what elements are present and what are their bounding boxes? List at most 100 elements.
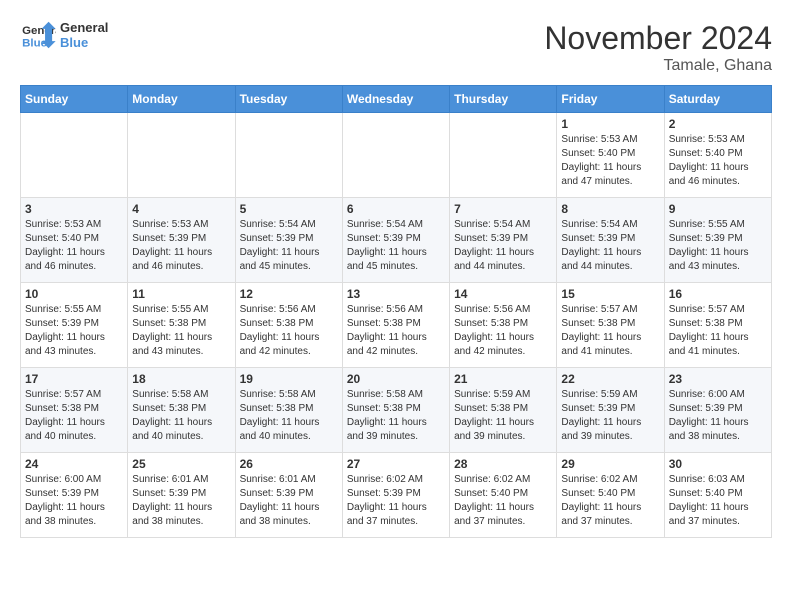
day-number: 22	[561, 372, 659, 386]
calendar-cell: 10Sunrise: 5:55 AM Sunset: 5:39 PM Dayli…	[21, 283, 128, 368]
month-title: November 2024	[544, 20, 772, 57]
day-info: Sunrise: 5:59 AM Sunset: 5:38 PM Dayligh…	[454, 388, 552, 444]
day-info: Sunrise: 5:56 AM Sunset: 5:38 PM Dayligh…	[240, 303, 338, 359]
calendar-cell	[450, 113, 557, 198]
day-info: Sunrise: 5:58 AM Sunset: 5:38 PM Dayligh…	[240, 388, 338, 444]
day-number: 14	[454, 287, 552, 301]
day-number: 27	[347, 457, 445, 471]
day-info: Sunrise: 6:01 AM Sunset: 5:39 PM Dayligh…	[132, 473, 230, 529]
day-info: Sunrise: 5:53 AM Sunset: 5:40 PM Dayligh…	[561, 133, 659, 189]
calendar-cell: 1 Sunrise: 5:53 AM Sunset: 5:40 PM Daylig…	[557, 113, 664, 198]
calendar-cell: 2 Sunrise: 5:53 AM Sunset: 5:40 PM Daylig…	[664, 113, 771, 198]
day-info: Sunrise: 5:56 AM Sunset: 5:38 PM Dayligh…	[454, 303, 552, 359]
day-number: 25	[132, 457, 230, 471]
day-info: Sunrise: 5:59 AM Sunset: 5:39 PM Dayligh…	[561, 388, 659, 444]
day-info: Sunrise: 5:57 AM Sunset: 5:38 PM Dayligh…	[561, 303, 659, 359]
day-info: Sunrise: 5:54 AM Sunset: 5:39 PM Dayligh…	[561, 218, 659, 274]
calendar-week-row: 24 Sunrise: 6:00 AM Sunset: 5:39 PM Dayli…	[21, 453, 772, 538]
calendar-cell: 23Sunrise: 6:00 AM Sunset: 5:39 PM Dayli…	[664, 368, 771, 453]
day-header-thursday: Thursday	[450, 86, 557, 113]
day-number: 4	[132, 202, 230, 216]
day-number: 21	[454, 372, 552, 386]
day-info: Sunrise: 5:53 AM Sunset: 5:39 PM Dayligh…	[132, 218, 230, 274]
day-number: 3	[25, 202, 123, 216]
title-block: November 2024 Tamale, Ghana	[544, 20, 772, 75]
day-number: 1	[561, 117, 659, 131]
day-number: 13	[347, 287, 445, 301]
calendar-cell	[235, 113, 342, 198]
calendar-cell: 26 Sunrise: 6:01 AM Sunset: 5:39 PM Dayli…	[235, 453, 342, 538]
day-info: Sunrise: 5:54 AM Sunset: 5:39 PM Dayligh…	[454, 218, 552, 274]
calendar-cell: 25 Sunrise: 6:01 AM Sunset: 5:39 PM Dayli…	[128, 453, 235, 538]
day-info: Sunrise: 5:58 AM Sunset: 5:38 PM Dayligh…	[132, 388, 230, 444]
day-number: 26	[240, 457, 338, 471]
day-number: 8	[561, 202, 659, 216]
calendar-cell	[21, 113, 128, 198]
logo-line1: General	[60, 20, 108, 35]
calendar-week-row: 17 Sunrise: 5:57 AM Sunset: 5:38 PM Dayli…	[21, 368, 772, 453]
svg-text:Blue: Blue	[22, 37, 47, 49]
calendar-cell: 12 Sunrise: 5:56 AM Sunset: 5:38 PM Dayli…	[235, 283, 342, 368]
day-header-sunday: Sunday	[21, 86, 128, 113]
day-number: 12	[240, 287, 338, 301]
calendar-cell: 7 Sunrise: 5:54 AM Sunset: 5:39 PM Daylig…	[450, 198, 557, 283]
day-info: Sunrise: 5:55 AM Sunset: 5:38 PM Dayligh…	[132, 303, 230, 359]
calendar-cell: 13 Sunrise: 5:56 AM Sunset: 5:38 PM Dayli…	[342, 283, 449, 368]
calendar-cell: 22 Sunrise: 5:59 AM Sunset: 5:39 PM Dayli…	[557, 368, 664, 453]
day-header-monday: Monday	[128, 86, 235, 113]
calendar-week-row: 3 Sunrise: 5:53 AM Sunset: 5:40 PM Daylig…	[21, 198, 772, 283]
day-info: Sunrise: 6:01 AM Sunset: 5:39 PM Dayligh…	[240, 473, 338, 529]
day-info: Sunrise: 5:56 AM Sunset: 5:38 PM Dayligh…	[347, 303, 445, 359]
day-number: 6	[347, 202, 445, 216]
day-number: 30	[669, 457, 767, 471]
location: Tamale, Ghana	[544, 57, 772, 75]
calendar-cell: 15 Sunrise: 5:57 AM Sunset: 5:38 PM Dayli…	[557, 283, 664, 368]
day-number: 18	[132, 372, 230, 386]
day-number: 7	[454, 202, 552, 216]
calendar-cell: 16Sunrise: 5:57 AM Sunset: 5:38 PM Dayli…	[664, 283, 771, 368]
day-info: Sunrise: 5:55 AM Sunset: 5:39 PM Dayligh…	[25, 303, 123, 359]
calendar-cell: 24 Sunrise: 6:00 AM Sunset: 5:39 PM Dayli…	[21, 453, 128, 538]
day-number: 17	[25, 372, 123, 386]
day-info: Sunrise: 5:54 AM Sunset: 5:39 PM Dayligh…	[347, 218, 445, 274]
day-header-friday: Friday	[557, 86, 664, 113]
calendar-cell: 9 Sunrise: 5:55 AM Sunset: 5:39 PM Daylig…	[664, 198, 771, 283]
day-header-tuesday: Tuesday	[235, 86, 342, 113]
day-number: 28	[454, 457, 552, 471]
day-number: 2	[669, 117, 767, 131]
calendar-cell: 28Sunrise: 6:02 AM Sunset: 5:40 PM Dayli…	[450, 453, 557, 538]
logo-line2: Blue	[60, 35, 108, 50]
day-info: Sunrise: 6:02 AM Sunset: 5:39 PM Dayligh…	[347, 473, 445, 529]
calendar-cell: 6 Sunrise: 5:54 AM Sunset: 5:39 PM Daylig…	[342, 198, 449, 283]
calendar-cell: 27 Sunrise: 6:02 AM Sunset: 5:39 PM Dayli…	[342, 453, 449, 538]
calendar-cell: 29 Sunrise: 6:02 AM Sunset: 5:40 PM Dayli…	[557, 453, 664, 538]
day-info: Sunrise: 5:53 AM Sunset: 5:40 PM Dayligh…	[669, 133, 767, 189]
day-info: Sunrise: 5:53 AM Sunset: 5:40 PM Dayligh…	[25, 218, 123, 274]
day-number: 29	[561, 457, 659, 471]
calendar-week-row: 1 Sunrise: 5:53 AM Sunset: 5:40 PM Daylig…	[21, 113, 772, 198]
calendar-table: SundayMondayTuesdayWednesdayThursdayFrid…	[20, 85, 772, 538]
day-number: 15	[561, 287, 659, 301]
calendar-cell: 19Sunrise: 5:58 AM Sunset: 5:38 PM Dayli…	[235, 368, 342, 453]
day-info: Sunrise: 5:58 AM Sunset: 5:38 PM Dayligh…	[347, 388, 445, 444]
day-info: Sunrise: 5:55 AM Sunset: 5:39 PM Dayligh…	[669, 218, 767, 274]
day-header-saturday: Saturday	[664, 86, 771, 113]
day-header-wednesday: Wednesday	[342, 86, 449, 113]
page-header: General Blue General Blue November 2024 …	[20, 20, 772, 75]
calendar-cell	[342, 113, 449, 198]
logo-icon: General Blue	[20, 20, 56, 50]
day-info: Sunrise: 5:57 AM Sunset: 5:38 PM Dayligh…	[25, 388, 123, 444]
day-info: Sunrise: 5:57 AM Sunset: 5:38 PM Dayligh…	[669, 303, 767, 359]
calendar-cell: 17 Sunrise: 5:57 AM Sunset: 5:38 PM Dayli…	[21, 368, 128, 453]
calendar-cell: 8 Sunrise: 5:54 AM Sunset: 5:39 PM Daylig…	[557, 198, 664, 283]
calendar-cell: 11Sunrise: 5:55 AM Sunset: 5:38 PM Dayli…	[128, 283, 235, 368]
day-number: 20	[347, 372, 445, 386]
calendar-cell: 18 Sunrise: 5:58 AM Sunset: 5:38 PM Dayli…	[128, 368, 235, 453]
day-number: 9	[669, 202, 767, 216]
day-info: Sunrise: 6:00 AM Sunset: 5:39 PM Dayligh…	[25, 473, 123, 529]
day-info: Sunrise: 6:00 AM Sunset: 5:39 PM Dayligh…	[669, 388, 767, 444]
day-number: 24	[25, 457, 123, 471]
calendar-cell: 30Sunrise: 6:03 AM Sunset: 5:40 PM Dayli…	[664, 453, 771, 538]
calendar-cell: 20 Sunrise: 5:58 AM Sunset: 5:38 PM Dayli…	[342, 368, 449, 453]
day-info: Sunrise: 6:02 AM Sunset: 5:40 PM Dayligh…	[561, 473, 659, 529]
